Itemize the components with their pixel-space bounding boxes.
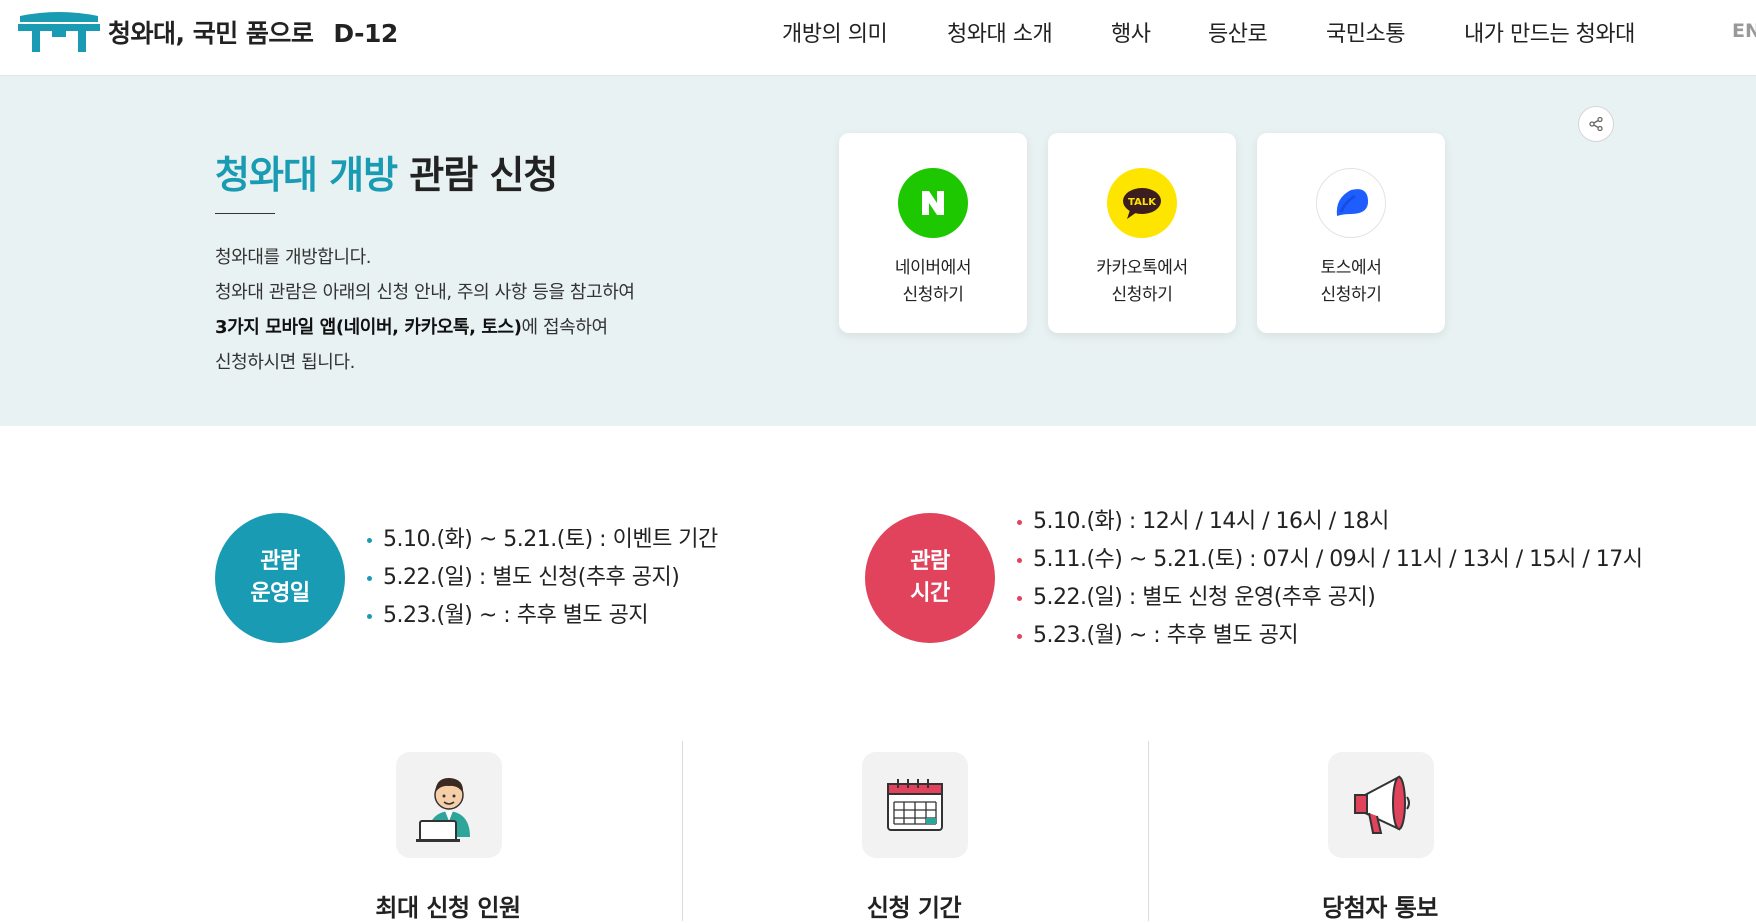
card-label: 카카오톡에서 신청하기 <box>1048 255 1236 309</box>
card-label-line: 네이버에서 <box>894 258 972 278</box>
nav-item-events[interactable]: 행사 <box>1111 16 1151 48</box>
main-nav: 개방의 의미 청와대 소개 행사 등산로 국민소통 내가 만드는 청와대 <box>0 16 1756 48</box>
desc-line: 3가지 모바일 앱(네이버, 카카오톡, 토스)에 접속하여 <box>215 310 635 345</box>
megaphone-icon <box>1328 752 1434 858</box>
visiting-hours-badge: 관람시간 <box>865 513 995 643</box>
share-button[interactable] <box>1578 106 1614 142</box>
kakao-badge-text: TALK <box>1128 197 1157 208</box>
info-title-winner-notice: 당첨자 통보 <box>1322 894 1438 922</box>
nav-item-communication[interactable]: 국민소통 <box>1326 16 1405 48</box>
hero-description: 청와대를 개방합니다. 청와대 관람은 아래의 신청 안내, 주의 사항 등을 … <box>215 240 635 380</box>
naver-icon <box>898 168 968 238</box>
badge-line: 시간 <box>910 581 950 606</box>
page-title: 청와대 개방 관람 신청 <box>215 144 558 199</box>
apply-toss-card[interactable]: 토스에서 신청하기 <box>1257 133 1445 333</box>
title-rest: 관람 신청 <box>409 153 558 197</box>
card-label-line: 카카오톡에서 <box>1096 258 1188 278</box>
column-divider <box>1148 741 1149 921</box>
card-label-line: 신청하기 <box>902 285 964 305</box>
list-item: 5.10.(화) ~ 5.21.(토) : 이벤트 기간 <box>365 521 718 559</box>
share-icon <box>1589 116 1603 132</box>
visiting-hours-list: 5.10.(화) : 12시 / 14시 / 16시 / 18시 5.11.(수… <box>1015 503 1643 655</box>
card-label-line: 토스에서 <box>1320 258 1382 278</box>
title-underline <box>215 213 275 214</box>
info-title-max-applicants: 최대 신청 인원 <box>375 894 521 922</box>
operating-days-badge: 관람운영일 <box>215 513 345 643</box>
nav-item-trail[interactable]: 등산로 <box>1208 16 1268 48</box>
calendar-icon <box>862 752 968 858</box>
nav-item-meaning[interactable]: 개방의 의미 <box>782 16 888 48</box>
card-label: 토스에서 신청하기 <box>1257 255 1445 309</box>
column-divider <box>682 741 683 921</box>
person-laptop-icon <box>396 752 502 858</box>
kakaotalk-icon: TALK <box>1107 168 1177 238</box>
nav-item-intro[interactable]: 청와대 소개 <box>947 16 1053 48</box>
badge-line: 관람 <box>910 549 950 574</box>
badge-line: 관람 <box>260 549 300 574</box>
badge-line: 운영일 <box>250 581 310 606</box>
language-toggle[interactable]: EN <box>1732 20 1756 42</box>
list-item: 5.11.(수) ~ 5.21.(토) : 07시 / 09시 / 11시 / … <box>1015 541 1643 579</box>
operating-days-list: 5.10.(화) ~ 5.21.(토) : 이벤트 기간 5.22.(일) : … <box>365 521 718 635</box>
info-title-period: 신청 기간 <box>866 894 962 922</box>
list-item: 5.22.(일) : 별도 신청 운영(추후 공지) <box>1015 579 1642 617</box>
nav-item-my-cheongwadae[interactable]: 내가 만드는 청와대 <box>1464 16 1635 48</box>
desc-line: 청와대를 개방합니다. <box>215 247 372 268</box>
desc-bold: 3가지 모바일 앱(네이버, 카카오톡, 토스) <box>215 317 522 338</box>
title-accent: 청와대 개방 <box>215 153 398 197</box>
list-item: 5.10.(화) : 12시 / 14시 / 16시 / 18시 <box>1015 503 1642 541</box>
header: 청와대, 국민 품으로 D-12 개방의 의미 청와대 소개 행사 등산로 국민소… <box>0 0 1756 76</box>
list-item: 5.23.(월) ~ : 추후 별도 공지 <box>365 597 718 635</box>
toss-icon <box>1316 168 1386 238</box>
desc-rest: 에 접속하여 <box>521 317 609 338</box>
list-item: 5.22.(일) : 별도 신청(추후 공지) <box>365 559 718 597</box>
card-label-line: 신청하기 <box>1320 285 1382 305</box>
desc-line: 신청하시면 됩니다. <box>215 352 355 373</box>
apply-naver-card[interactable]: 네이버에서 신청하기 <box>839 133 1027 333</box>
desc-line: 청와대 관람은 아래의 신청 안내, 주의 사항 등을 참고하여 <box>215 282 635 303</box>
card-label-line: 신청하기 <box>1111 285 1173 305</box>
card-label: 네이버에서 신청하기 <box>839 255 1027 309</box>
apply-kakaotalk-card[interactable]: TALK 카카오톡에서 신청하기 <box>1048 133 1236 333</box>
hero-section: 청와대 개방 관람 신청 청와대를 개방합니다. 청와대 관람은 아래의 신청 … <box>0 76 1756 426</box>
list-item: 5.23.(월) ~ : 추후 별도 공지 <box>1015 617 1642 655</box>
